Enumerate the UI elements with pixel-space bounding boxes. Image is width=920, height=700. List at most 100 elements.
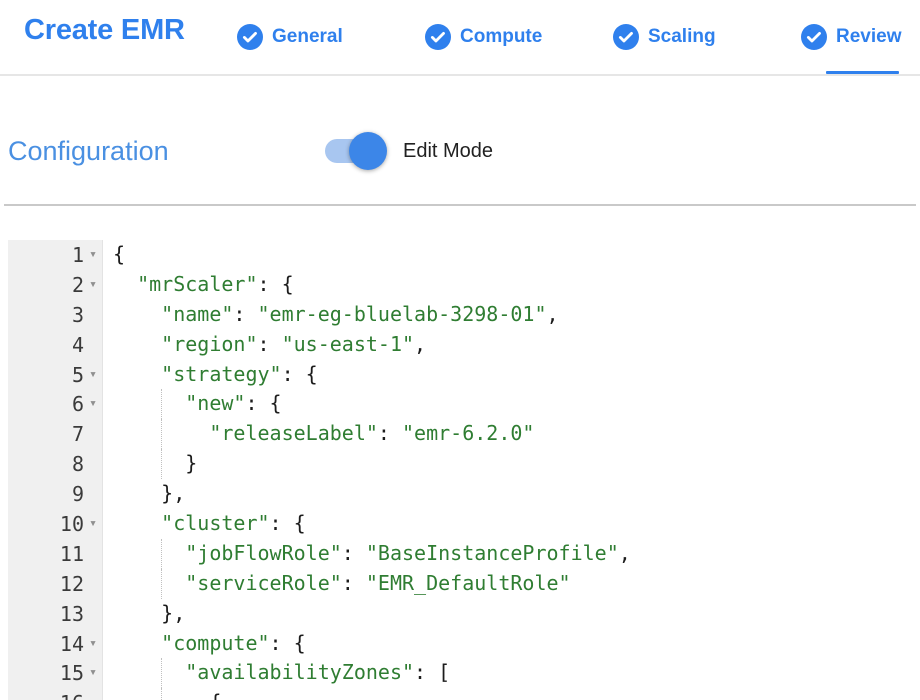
line-number: 2 (72, 273, 84, 297)
gutter-line: 16▾ (8, 688, 102, 700)
indent-guide (161, 449, 162, 479)
fold-arrow-icon[interactable]: ▾ (84, 658, 102, 688)
line-number: 9 (72, 482, 84, 506)
code-line[interactable]: "serviceRole": "EMR_DefaultRole" (103, 569, 920, 599)
step-scaling[interactable]: Scaling (613, 0, 801, 74)
code-text: "new": { (113, 391, 282, 415)
line-number: 16 (60, 691, 84, 700)
indent-guide (161, 688, 162, 700)
edit-mode-label: Edit Mode (403, 128, 493, 174)
indent-guide (161, 539, 162, 569)
gutter-line: 14▾ (8, 629, 102, 659)
step-label: Review (836, 26, 901, 48)
check-circle-icon (613, 24, 639, 50)
step-label: Scaling (648, 26, 716, 48)
code-text: }, (113, 481, 185, 505)
configuration-heading: Configuration (8, 128, 169, 174)
code-line[interactable]: "mrScaler": { (103, 270, 920, 300)
code-text: { (113, 242, 125, 266)
code-line[interactable]: "releaseLabel": "emr-6.2.0" (103, 419, 920, 449)
gutter-line: 5▾ (8, 360, 102, 390)
edit-mode-toggle[interactable] (325, 128, 387, 174)
code-text: "cluster": { (113, 511, 306, 535)
line-number: 14 (60, 632, 84, 656)
line-number: 4 (72, 333, 84, 357)
step-general[interactable]: General (237, 0, 425, 74)
step-compute[interactable]: Compute (425, 0, 613, 74)
line-number: 1 (72, 243, 84, 267)
check-circle-icon (237, 24, 263, 50)
code-text: "region": "us-east-1", (113, 332, 426, 356)
code-area[interactable]: { "mrScaler": { "name": "emr-eg-bluelab-… (103, 240, 920, 700)
code-line[interactable]: "new": { (103, 389, 920, 419)
code-text: "name": "emr-eg-bluelab-3298-01", (113, 302, 559, 326)
configuration-section: Configuration Edit Mode (0, 128, 920, 174)
code-text: "releaseLabel": "emr-6.2.0" (113, 421, 534, 445)
code-text: { (113, 690, 221, 700)
gutter: 1▾2▾345▾6▾78910▾11121314▾15▾16▾ (8, 240, 103, 700)
line-number: 3 (72, 303, 84, 327)
gutter-line: 11 (8, 539, 102, 569)
code-text: "strategy": { (113, 362, 318, 386)
gutter-line: 4 (8, 330, 102, 360)
code-line[interactable]: "jobFlowRole": "BaseInstanceProfile", (103, 539, 920, 569)
step-label: General (272, 26, 343, 48)
indent-guide (161, 569, 162, 599)
fold-arrow-icon[interactable]: ▾ (84, 629, 102, 659)
code-text: }, (113, 601, 185, 625)
gutter-line: 6▾ (8, 389, 102, 419)
fold-arrow-icon[interactable]: ▾ (84, 360, 102, 390)
page-title: Create EMR (24, 14, 185, 47)
line-number: 13 (60, 602, 84, 626)
check-circle-icon (425, 24, 451, 50)
code-line[interactable]: "region": "us-east-1", (103, 330, 920, 360)
code-line[interactable]: "name": "emr-eg-bluelab-3298-01", (103, 300, 920, 330)
fold-arrow-icon[interactable]: ▾ (84, 240, 102, 270)
line-number: 12 (60, 572, 84, 596)
code-line[interactable]: "compute": { (103, 629, 920, 659)
code-line[interactable]: "cluster": { (103, 509, 920, 539)
wizard-header: Create EMR General Compute Scaling Review (0, 0, 920, 76)
fold-arrow-icon[interactable]: ▾ (84, 509, 102, 539)
section-divider (4, 204, 916, 206)
step-label: Compute (460, 26, 542, 48)
code-text: "mrScaler": { (113, 272, 294, 296)
fold-arrow-icon[interactable]: ▾ (84, 688, 102, 700)
code-line[interactable]: }, (103, 599, 920, 629)
line-number: 15 (60, 661, 84, 685)
code-text: "compute": { (113, 631, 306, 655)
line-number: 10 (60, 512, 84, 536)
code-text: } (113, 451, 197, 475)
code-text: "serviceRole": "EMR_DefaultRole" (113, 571, 571, 595)
code-line[interactable]: "availabilityZones": [ (103, 658, 920, 688)
line-number: 7 (72, 422, 84, 446)
fold-arrow-icon[interactable]: ▾ (84, 389, 102, 419)
step-review[interactable]: Review (801, 0, 920, 74)
indent-guide (161, 419, 162, 449)
line-number: 8 (72, 452, 84, 476)
gutter-line: 13 (8, 599, 102, 629)
json-code-editor[interactable]: 1▾2▾345▾6▾78910▾11121314▾15▾16▾ { "mrSca… (8, 240, 920, 700)
check-circle-icon (801, 24, 827, 50)
fold-arrow-icon[interactable]: ▾ (84, 270, 102, 300)
gutter-line: 1▾ (8, 240, 102, 270)
gutter-line: 8 (8, 449, 102, 479)
indent-guide (161, 658, 162, 688)
indent-guide (161, 389, 162, 419)
active-step-underline (826, 71, 899, 74)
code-text: "jobFlowRole": "BaseInstanceProfile", (113, 541, 631, 565)
gutter-line: 15▾ (8, 658, 102, 688)
code-line[interactable]: "strategy": { (103, 360, 920, 390)
gutter-line: 10▾ (8, 509, 102, 539)
gutter-line: 12 (8, 569, 102, 599)
toggle-knob (349, 132, 387, 170)
line-number: 11 (60, 542, 84, 566)
code-text: "availabilityZones": [ (113, 660, 450, 684)
line-number: 5 (72, 363, 84, 387)
code-line[interactable]: } (103, 449, 920, 479)
code-line[interactable]: { (103, 688, 920, 700)
code-line[interactable]: { (103, 240, 920, 270)
wizard-steps: General Compute Scaling Review (237, 0, 920, 74)
line-number: 6 (72, 392, 84, 416)
code-line[interactable]: }, (103, 479, 920, 509)
